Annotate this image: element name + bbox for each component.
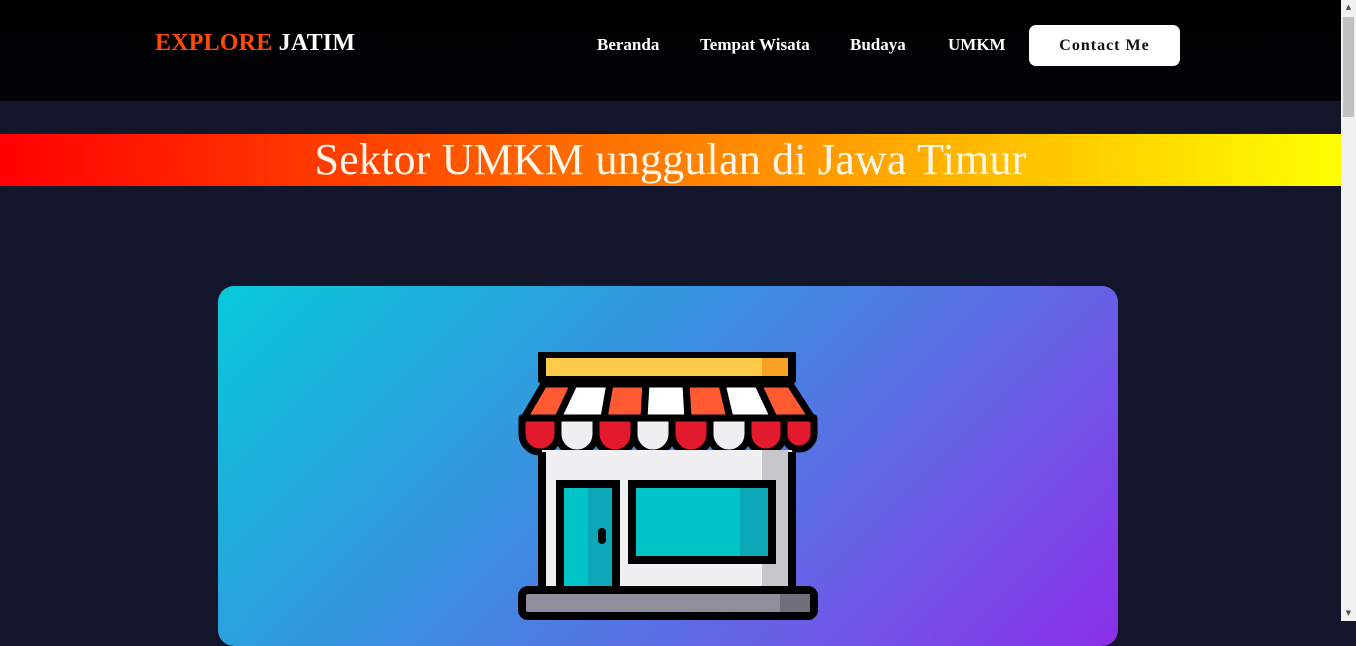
section-title: Sektor UMKM unggulan di Jawa Timur (314, 135, 1027, 184)
scroll-down-arrow-icon[interactable]: ▼ (1341, 606, 1356, 621)
brand-jatim: JATIM (278, 30, 356, 56)
umkm-card[interactable] (218, 286, 1118, 646)
nav-umkm[interactable]: UMKM (948, 35, 1006, 55)
page-scrollbar[interactable]: ▲ ▼ (1341, 0, 1356, 621)
brand-explore: EXPLORE (155, 30, 273, 56)
nav-beranda[interactable]: Beranda (597, 35, 659, 55)
navbar: EXPLORE JATIM Beranda Tempat Wisata Buda… (0, 0, 1341, 101)
brand-logo[interactable]: EXPLORE JATIM (155, 30, 355, 57)
scroll-up-arrow-icon[interactable]: ▲ (1341, 0, 1356, 15)
store-icon (518, 352, 818, 620)
nav-tempat-wisata[interactable]: Tempat Wisata (700, 35, 810, 55)
contact-me-button[interactable]: Contact Me (1029, 25, 1180, 66)
section-banner: Sektor UMKM unggulan di Jawa Timur (0, 134, 1341, 186)
scroll-thumb[interactable] (1343, 17, 1354, 117)
nav-budaya[interactable]: Budaya (850, 35, 906, 55)
